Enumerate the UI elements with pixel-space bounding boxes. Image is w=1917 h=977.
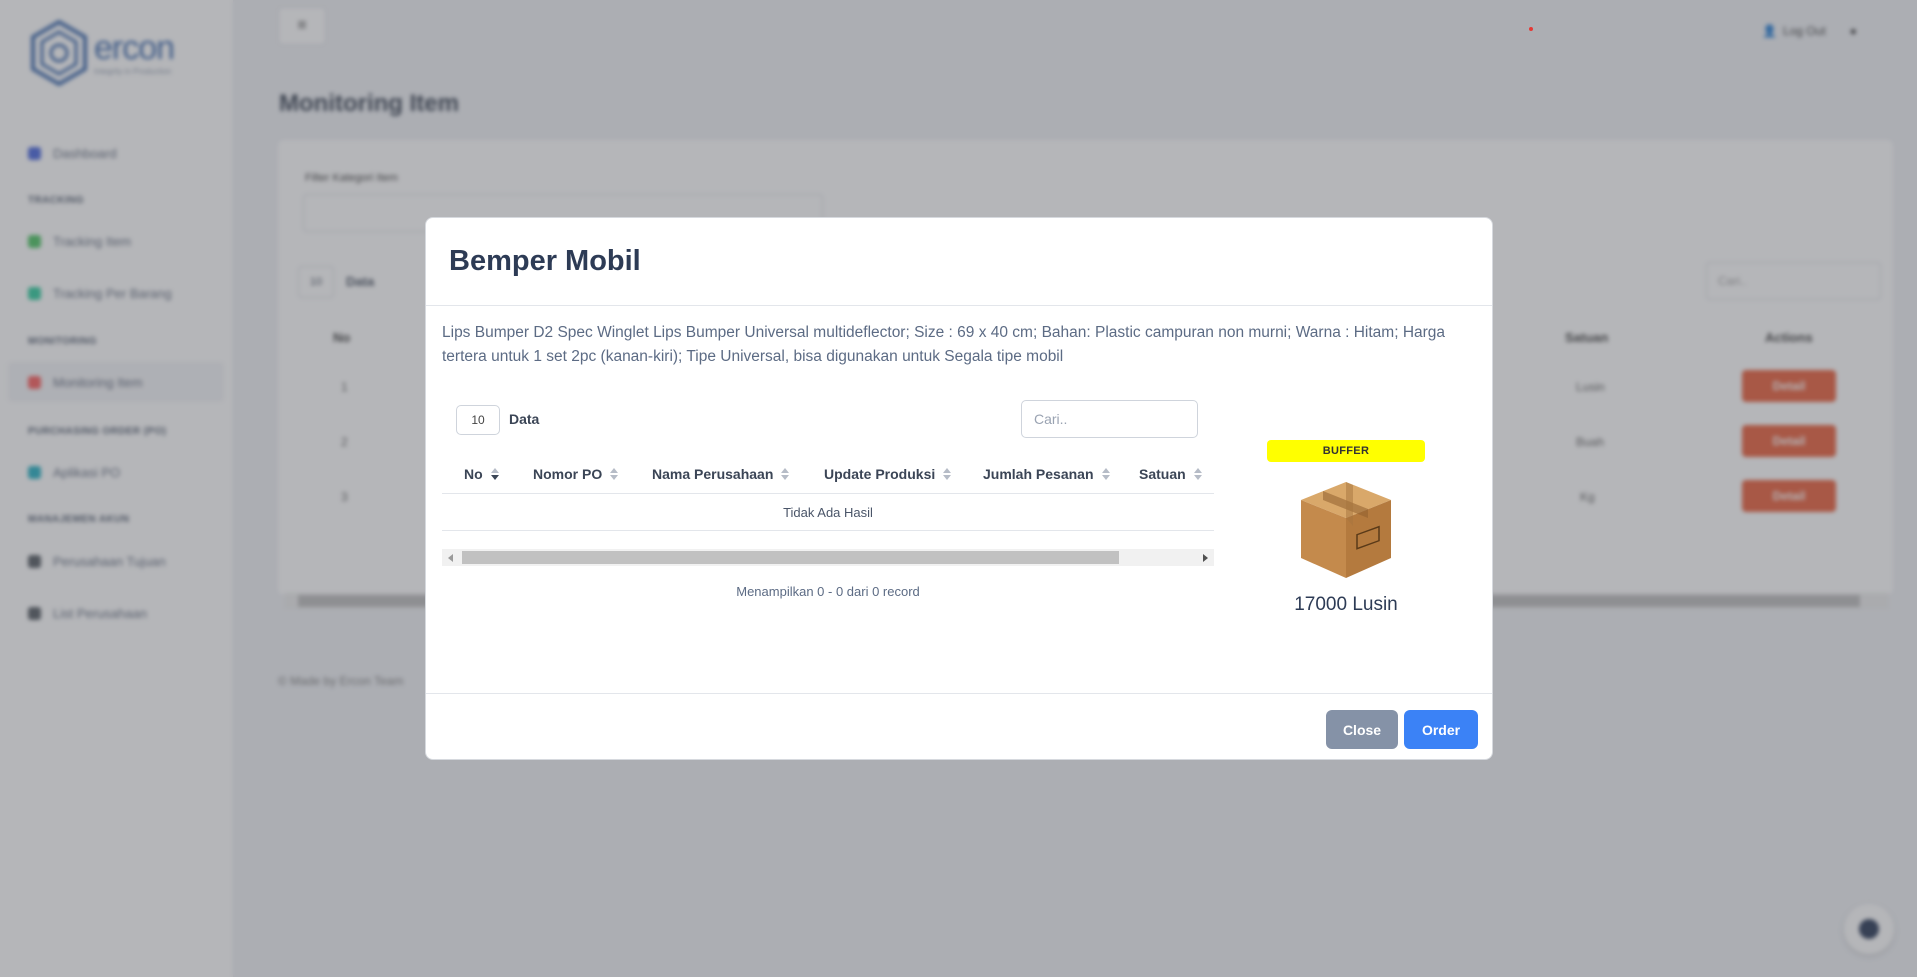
search-input[interactable]	[1021, 400, 1198, 438]
column-header-satuan[interactable]: Satuan	[1139, 454, 1202, 494]
column-header-nomor-po[interactable]: Nomor PO	[533, 454, 619, 494]
column-header-update-produksi[interactable]: Update Produksi	[824, 454, 952, 494]
table-header: No Nomor PO Nama Perusahaan Update Produ…	[442, 454, 1214, 494]
length-select[interactable]: 10	[456, 405, 500, 435]
scroll-right-arrow-icon[interactable]	[1197, 549, 1214, 566]
column-header-jumlah-pesanan[interactable]: Jumlah Pesanan	[983, 454, 1110, 494]
close-button[interactable]: Close	[1326, 710, 1398, 749]
stock-status-badge: BUFFER	[1267, 440, 1425, 462]
item-description: Lips Bumper D2 Spec Winglet Lips Bumper …	[442, 324, 1446, 365]
column-label: Update Produksi	[824, 466, 936, 482]
column-header-no[interactable]: No	[464, 454, 499, 494]
sort-icon	[490, 468, 499, 480]
scroll-left-arrow-icon[interactable]	[442, 549, 459, 566]
stock-quantity: 17000 Lusin	[1294, 594, 1398, 615]
column-header-nama-perusahaan[interactable]: Nama Perusahaan	[652, 454, 790, 494]
length-label: Data	[509, 411, 540, 427]
scrollbar-thumb[interactable]	[462, 551, 1119, 564]
column-label: Satuan	[1139, 466, 1186, 482]
column-label: Nomor PO	[533, 466, 603, 482]
column-label: Nama Perusahaan	[652, 466, 774, 482]
cardboard-box-icon	[1301, 482, 1391, 578]
sort-icon	[1101, 468, 1110, 480]
sort-icon	[943, 468, 952, 480]
notification-dot	[1529, 27, 1533, 31]
modal-footer: Close Order	[426, 693, 1492, 759]
modal-header: Bemper Mobil	[426, 218, 1492, 306]
empty-table-row: Tidak Ada Hasil	[442, 494, 1214, 531]
item-detail-modal: Bemper Mobil Lips Bumper D2 Spec Winglet…	[425, 217, 1493, 760]
column-label: No	[464, 466, 483, 482]
sort-icon	[781, 468, 790, 480]
table-info: Menampilkan 0 - 0 dari 0 record	[736, 584, 920, 599]
column-label: Jumlah Pesanan	[983, 466, 1094, 482]
order-button[interactable]: Order	[1404, 710, 1478, 749]
sort-icon	[1193, 468, 1202, 480]
table-horizontal-scrollbar[interactable]	[442, 549, 1214, 566]
sort-icon	[610, 468, 619, 480]
modal-title: Bemper Mobil	[449, 245, 641, 277]
